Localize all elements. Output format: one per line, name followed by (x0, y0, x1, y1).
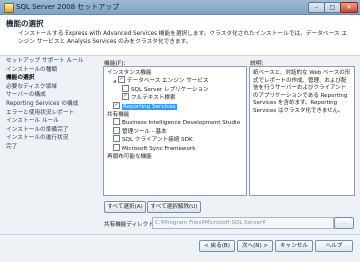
step-sidebar: セットアップ サポート ルール インストールの種類 機能の選択 必要なディスク領域 サー… (4, 57, 94, 152)
shared-dir-input[interactable]: C:¥Program Files¥Microsoft SQL Server¥ (152, 217, 334, 229)
sidebar-step: 必要なディスク領域 (6, 83, 57, 90)
unselect-all-button[interactable]: すべて選択解除(U) (147, 201, 201, 213)
feature-label: Reporting Services (122, 103, 177, 110)
feature-item[interactable]: ✓ Reporting Services (113, 101, 177, 111)
sidebar-step: サーバーの構成 (6, 92, 46, 99)
help-button[interactable]: ヘルプ (315, 240, 353, 252)
next-button[interactable]: 次へ(N) > (237, 240, 273, 252)
feature-label: 共有機能 (107, 112, 130, 118)
maximize-button[interactable]: □ (324, 2, 341, 13)
minimize-button[interactable]: – (308, 2, 325, 13)
feature-label: Microsoft Sync Framework (122, 145, 196, 152)
title-bar[interactable]: SQL Server 2008 セットアップ – □ ✕ (0, 0, 360, 15)
footer-separator (0, 234, 360, 235)
sidebar-step: インストールの進行状況 (6, 135, 69, 142)
feature-checkbox[interactable] (122, 84, 129, 92)
feature-item[interactable]: 管理ツール - 基本 (113, 126, 167, 136)
feature-checkbox[interactable]: ✓ (118, 76, 125, 84)
sidebar-step: セットアップ サポート ルール (6, 58, 84, 64)
feature-group: インスタンス機能 (107, 69, 152, 77)
feature-label: SQL クライアント接続 SDK (122, 137, 193, 144)
description-text: 紙ベースと、対話的な Web ベースの形式でレポートの作成、管理、および配信を行… (253, 70, 351, 114)
feature-label: フルテキスト検索 (131, 95, 176, 102)
feature-item[interactable]: Business Intelligence Development Studio (113, 118, 241, 127)
page-description: インストールする Express with Advanced Services … (18, 31, 348, 45)
feature-item[interactable]: SQL クライアント接続 SDK (113, 135, 193, 144)
sidebar-step: 完了 (6, 143, 18, 150)
feature-label: 管理ツール - 基本 (122, 128, 167, 135)
feature-label: 再頒布可能な機能 (107, 154, 152, 160)
sql-setup-icon (4, 3, 14, 13)
back-button[interactable]: < 戻る(B) (199, 240, 235, 252)
feature-item[interactable]: SQL Server レプリケーション (122, 84, 209, 94)
browse-button[interactable]: ... (334, 217, 354, 229)
feature-checkbox[interactable]: ✓ (122, 93, 129, 101)
sidebar-step: エラーと使用状況レポート (6, 109, 75, 116)
cancel-button[interactable]: キャンセル (275, 240, 313, 252)
close-button[interactable]: ✕ (340, 2, 358, 13)
feature-group: 再頒布可能な機能 (107, 153, 152, 161)
feature-item[interactable]: ✓ フルテキスト検索 (122, 93, 176, 102)
feature-checkbox[interactable] (113, 143, 120, 151)
feature-label: Business Intelligence Development Studio (122, 120, 241, 127)
page-header: 機能の選択 インストールする Express with Advanced Ser… (0, 15, 360, 56)
select-all-button[interactable]: すべて選択(A) (104, 201, 146, 213)
feature-label: SQL Server レプリケーション (131, 86, 209, 93)
feature-checkbox[interactable] (113, 135, 120, 143)
sidebar-step: インストール ルール (6, 118, 59, 125)
window-title: SQL Server 2008 セットアップ (16, 3, 120, 11)
page-title: 機能の選択 (6, 19, 44, 28)
feature-checkbox[interactable] (113, 126, 120, 134)
setup-window: SQL Server 2008 セットアップ – □ ✕ 機能の選択 インストー… (0, 0, 360, 262)
sidebar-step: 機能の選択 (6, 75, 35, 82)
feature-label: インスタンス機能 (107, 70, 152, 76)
features-tree[interactable]: インスタンス機能 ◢ ✓ データベース エンジン サービス SQL Server レプリ… (103, 66, 247, 196)
feature-label: データベース エンジン サービス (127, 78, 209, 85)
sidebar-step: インストールの種類 (6, 66, 58, 73)
sidebar-step: インストールの準備完了 (6, 126, 69, 133)
sidebar-step: Reporting Services の構成 (6, 100, 79, 107)
feature-item[interactable]: Microsoft Sync Framework (113, 143, 196, 153)
feature-checkbox[interactable] (113, 118, 120, 126)
description-box: 紙ベースと、対話的な Web ベースの形式でレポートの作成、管理、および配信を行… (249, 66, 355, 196)
feature-checkbox[interactable]: ✓ (113, 101, 120, 109)
